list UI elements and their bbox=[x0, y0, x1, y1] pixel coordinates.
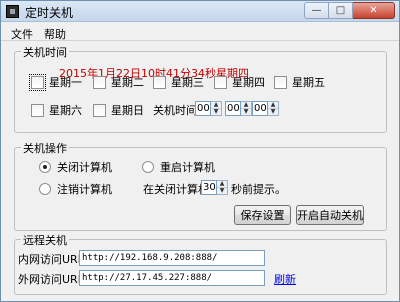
minute-spinner[interactable]: 00 ▲ ▼ bbox=[225, 101, 252, 116]
prompt-seconds-spin-arrows[interactable]: ▲ ▼ bbox=[217, 180, 228, 195]
checkbox-saturday-label: 星期六 bbox=[49, 104, 82, 117]
radio-button[interactable] bbox=[39, 183, 51, 195]
minute-input[interactable]: 00 bbox=[225, 101, 241, 116]
shutdown-action-group: 关机操作 关闭计算机 重启计算机 注销计算机 在关闭计算机 30 ▲ ▼ 秒前提… bbox=[14, 140, 387, 231]
checkbox-sunday[interactable]: 星期日 bbox=[93, 102, 144, 118]
menu-bar: 文件 帮助 bbox=[1, 23, 399, 41]
checkbox-saturday[interactable]: 星期六 bbox=[31, 102, 82, 118]
shutdown-time-group: 关机时间 2015年1月22日10时41分34秒星期四 星期一 星期二 星期三 … bbox=[14, 44, 387, 133]
checkbox-thursday-label: 星期四 bbox=[232, 76, 265, 89]
prompt-seconds-input[interactable]: 30 bbox=[201, 180, 217, 195]
title-bar[interactable]: 定时关机 — □ ✕ bbox=[1, 1, 399, 22]
close-button[interactable]: ✕ bbox=[353, 2, 395, 19]
checkbox-tuesday[interactable]: 星期二 bbox=[93, 74, 144, 90]
minute-spin-arrows[interactable]: ▲ ▼ bbox=[241, 101, 252, 116]
checkbox-box[interactable] bbox=[31, 103, 44, 117]
close-icon: ✕ bbox=[369, 5, 378, 16]
checkbox-monday[interactable]: 星期一 bbox=[29, 73, 82, 91]
shutdown-action-group-title: 关机操作 bbox=[21, 140, 69, 156]
wan-url-label: 外网访问URL: bbox=[18, 273, 88, 286]
radio-button[interactable] bbox=[39, 161, 51, 173]
prompt-prefix: 在关闭计算机 bbox=[143, 183, 209, 196]
window-controls: — □ ✕ bbox=[304, 2, 395, 19]
radio-shutdown[interactable]: 关闭计算机 bbox=[39, 159, 112, 175]
hour-input[interactable]: 00 bbox=[195, 101, 211, 116]
lan-url-field[interactable]: http://192.168.9.208:888/ bbox=[79, 250, 265, 266]
second-spin-arrows[interactable]: ▲ ▼ bbox=[268, 101, 279, 116]
radio-logoff-label: 注销计算机 bbox=[57, 183, 112, 196]
checkbox-box[interactable] bbox=[153, 75, 166, 89]
spin-down-icon[interactable]: ▼ bbox=[217, 188, 227, 194]
remote-shutdown-group-title: 远程关机 bbox=[21, 232, 69, 248]
prompt-seconds-spinner[interactable]: 30 ▲ ▼ bbox=[201, 180, 228, 195]
radio-button[interactable] bbox=[142, 161, 154, 173]
prompt-suffix: 秒前提示。 bbox=[231, 183, 286, 196]
checkbox-box[interactable] bbox=[274, 75, 287, 89]
maximize-button[interactable]: □ bbox=[329, 2, 353, 19]
radio-shutdown-label: 关闭计算机 bbox=[57, 161, 112, 174]
window-title: 定时关机 bbox=[25, 6, 74, 20]
hour-spin-arrows[interactable]: ▲ ▼ bbox=[211, 101, 222, 116]
maximize-icon: □ bbox=[335, 5, 346, 16]
save-settings-button[interactable]: 保存设置 bbox=[234, 205, 291, 225]
menu-help[interactable]: 帮助 bbox=[44, 26, 66, 42]
remote-shutdown-group: 远程关机 内网访问URL: http://192.168.9.208:888/ … bbox=[14, 232, 387, 295]
checkbox-friday-label: 星期五 bbox=[292, 76, 325, 89]
checkbox-box[interactable] bbox=[93, 75, 106, 89]
second-input[interactable]: 00 bbox=[252, 101, 268, 116]
menu-file[interactable]: 文件 bbox=[11, 26, 33, 42]
minimize-button[interactable]: — bbox=[304, 2, 329, 19]
checkbox-wednesday-label: 星期三 bbox=[171, 76, 204, 89]
checkbox-box[interactable] bbox=[93, 103, 106, 117]
minimize-icon: — bbox=[311, 5, 322, 16]
spin-down-icon[interactable]: ▼ bbox=[211, 109, 221, 115]
app-icon bbox=[6, 5, 19, 18]
main-window: 定时关机 — □ ✕ 文件 帮助 关机时间 2015年1月22日10时41分34… bbox=[0, 0, 400, 302]
start-auto-shutdown-button[interactable]: 开启自动关机 bbox=[296, 205, 364, 225]
refresh-link[interactable]: 刷新 bbox=[274, 271, 296, 287]
shutdown-time-label: 关机时间 bbox=[153, 104, 197, 117]
checkbox-monday-label: 星期一 bbox=[49, 76, 82, 89]
shutdown-time-group-title: 关机时间 bbox=[21, 44, 69, 60]
hour-spinner[interactable]: 00 ▲ ▼ bbox=[195, 101, 222, 116]
spin-down-icon[interactable]: ▼ bbox=[268, 109, 278, 115]
checkbox-box[interactable] bbox=[214, 75, 227, 89]
wan-url-field[interactable]: http://27.17.45.227:888/ bbox=[79, 270, 265, 286]
checkbox-sunday-label: 星期日 bbox=[111, 104, 144, 117]
radio-restart[interactable]: 重启计算机 bbox=[142, 159, 215, 175]
radio-logoff[interactable]: 注销计算机 bbox=[39, 181, 112, 197]
second-spinner[interactable]: 00 ▲ ▼ bbox=[252, 101, 279, 116]
checkbox-box[interactable] bbox=[29, 73, 46, 91]
checkbox-thursday[interactable]: 星期四 bbox=[214, 74, 265, 90]
checkbox-tuesday-label: 星期二 bbox=[111, 76, 144, 89]
checkbox-friday[interactable]: 星期五 bbox=[274, 74, 325, 90]
spin-down-icon[interactable]: ▼ bbox=[241, 109, 251, 115]
radio-restart-label: 重启计算机 bbox=[160, 161, 215, 174]
checkbox-wednesday[interactable]: 星期三 bbox=[153, 74, 204, 90]
lan-url-label: 内网访问URL: bbox=[18, 253, 88, 266]
